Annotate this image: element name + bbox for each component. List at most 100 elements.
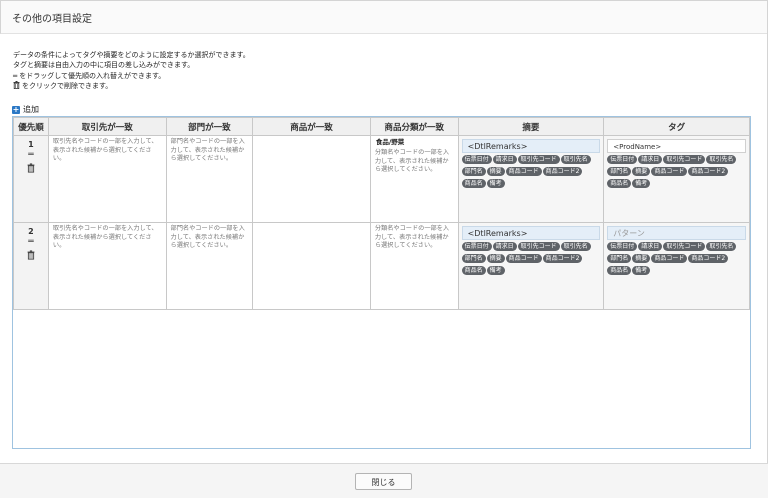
client-input[interactable]: 取引先名やコードの一部を入力して、表示された候補から選択してください。 [47, 135, 167, 223]
chip-billing-date[interactable]: 請求日 [638, 242, 663, 251]
close-button[interactable]: 閉じる [355, 473, 412, 490]
chip-remarks[interactable]: 摘要 [486, 167, 505, 176]
col-tag: タグ [603, 117, 750, 136]
chip-client-code[interactable]: 取引先コード [663, 155, 706, 164]
chip-product-code-2[interactable]: 商品コード2 [688, 254, 729, 263]
chip-department-name[interactable]: 部門名 [607, 167, 632, 176]
chip-billing-date[interactable]: 請求日 [492, 242, 517, 251]
chip-product-code-2[interactable]: 商品コード2 [688, 167, 729, 176]
chip-billing-date[interactable]: 請求日 [638, 155, 663, 164]
col-remarks: 摘要 [457, 117, 605, 136]
chip-product-code[interactable]: 商品コード [651, 167, 688, 176]
description-line-2: タグと摘要は自由入力の中に項目の差し込みができます。 [13, 61, 195, 70]
dialog-title: その他の項目設定 [12, 14, 92, 25]
rules-table: 優先順 取引先が一致 部門が一致 商品が一致 商品分類が一致 摘要 タグ 1 ═ [13, 117, 750, 310]
table-row: 1 ═ 取引先名やコードの一部を入力して、表示された候補から選択してください。 … [13, 135, 750, 223]
department-input[interactable]: 部門名やコードの一部を入力して、表示された候補から選択してください。 [165, 222, 254, 310]
dialog-footer: 閉じる [0, 463, 768, 498]
chip-product-name[interactable]: 商品名 [461, 266, 486, 275]
description: データの条件によってタグや摘要をどのように設定するか選択ができます。 タグと摘要… [13, 50, 250, 92]
priority-number: 2 [28, 227, 34, 236]
chip-client-code[interactable]: 取引先コード [517, 155, 560, 164]
remarks-template-input[interactable]: <DtlRemarks> [461, 226, 601, 240]
chip-product-code[interactable]: 商品コード [505, 167, 542, 176]
chip-client-name[interactable]: 取引先名 [560, 155, 591, 164]
chip-department-name[interactable]: 部門名 [461, 167, 486, 176]
chip-department-name[interactable]: 部門名 [607, 254, 632, 263]
col-department: 部門が一致 [165, 117, 254, 136]
description-line-3: ═ をドラッグして優先順の入れ替えができます。 [13, 71, 250, 81]
chip-client-name[interactable]: 取引先名 [560, 242, 591, 251]
add-rule-button[interactable]: + 追加 [12, 104, 39, 115]
chip-client-name[interactable]: 取引先名 [706, 155, 737, 164]
client-input[interactable]: 取引先名やコードの一部を入力して、表示された候補から選択してください。 [47, 222, 167, 310]
remarks-cell: <DtlRemarks> 伝票日付 請求日 取引先コード 取引先名部門名 摘要 商品コード… [457, 222, 605, 310]
department-input[interactable]: 部門名やコードの一部を入力して、表示された候補から選択してください。 [165, 135, 254, 223]
chip-slip-date[interactable]: 伝票日付 [461, 242, 492, 251]
chip-product-name[interactable]: 商品名 [461, 179, 486, 188]
priority-cell: 1 ═ [13, 135, 49, 223]
chip-product-code[interactable]: 商品コード [651, 254, 688, 263]
chip-slip-date[interactable]: 伝票日付 [607, 242, 638, 251]
chip-department-name[interactable]: 部門名 [461, 254, 486, 263]
chip-client-code[interactable]: 取引先コード [663, 242, 706, 251]
chip-remarks[interactable]: 摘要 [486, 254, 505, 263]
header-row: 優先順 取引先が一致 部門が一致 商品が一致 商品分類が一致 摘要 タグ [13, 117, 750, 136]
category-input[interactable]: 分類名やコードの一部を入力して、表示された候補から選択してください。 [369, 222, 459, 310]
department-placeholder: 部門名やコードの一部を入力して、表示された候補から選択してください。 [170, 225, 245, 250]
rules-grid: 優先順 取引先が一致 部門が一致 商品が一致 商品分類が一致 摘要 タグ 1 ═ [12, 116, 751, 449]
category-placeholder: 分類名やコードの一部を入力して、表示された候補から選択してください。 [374, 149, 450, 174]
drag-handle-icon[interactable]: ═ [14, 151, 48, 160]
chip-notes[interactable]: 備考 [632, 179, 651, 188]
chip-slip-date[interactable]: 伝票日付 [461, 155, 492, 164]
category-input[interactable]: 食品/野菜 分類名やコードの一部を入力して、表示された候補から選択してください。 [369, 135, 459, 223]
chip-remarks[interactable]: 摘要 [632, 167, 651, 176]
product-input[interactable] [252, 222, 371, 310]
chip-notes[interactable]: 備考 [632, 266, 651, 275]
plus-square-icon: + [12, 104, 20, 114]
tag-cell: パターン 伝票日付 請求日 取引先コード 取引先名部門名 摘要 商品コード 商品コード2 商品… [603, 222, 750, 310]
chip-billing-date[interactable]: 請求日 [492, 155, 517, 164]
trash-icon [13, 81, 20, 90]
priority-cell: 2 ═ [13, 222, 49, 310]
description-line-1: データの条件によってタグや摘要をどのように設定するか選択ができます。 [13, 51, 250, 59]
department-placeholder: 部門名やコードの一部を入力して、表示された候補から選択してください。 [170, 138, 245, 163]
chip-product-code-2[interactable]: 商品コード2 [542, 167, 583, 176]
tag-template-input[interactable]: <ProdName> [607, 139, 746, 153]
client-placeholder: 取引先名やコードの一部を入力して、表示された候補から選択してください。 [52, 138, 158, 163]
col-client: 取引先が一致 [47, 117, 167, 136]
description-line-4-text: をクリックで削除できます。 [22, 82, 113, 91]
description-line-3-text: をドラッグして優先順の入れ替えができます。 [19, 71, 166, 80]
add-rule-label: 追加 [23, 105, 39, 114]
chip-client-code[interactable]: 取引先コード [517, 242, 560, 251]
drag-handle-icon[interactable]: ═ [14, 238, 48, 247]
remarks-template-input[interactable]: <DtlRemarks> [461, 139, 601, 153]
category-placeholder: 分類名やコードの一部を入力して、表示された候補から選択してください。 [374, 225, 450, 250]
chip-product-name[interactable]: 商品名 [607, 179, 632, 188]
tag-template-input[interactable]: パターン [607, 226, 746, 240]
chip-notes[interactable]: 備考 [486, 179, 505, 188]
dialog-header: その他の項目設定 [0, 0, 768, 34]
chip-slip-date[interactable]: 伝票日付 [607, 155, 638, 164]
chip-product-code[interactable]: 商品コード [505, 254, 542, 263]
chip-remarks[interactable]: 摘要 [632, 254, 651, 263]
tag-chips: 伝票日付 請求日 取引先コード 取引先名部門名 摘要 商品コード 商品コード2 商品名 備考 [604, 240, 749, 278]
priority-number: 1 [28, 140, 34, 149]
chip-notes[interactable]: 備考 [486, 266, 505, 275]
col-category: 商品分類が一致 [369, 117, 459, 136]
remarks-chips: 伝票日付 請求日 取引先コード 取引先名部門名 摘要 商品コード 商品コード2 商品名 備考 [459, 240, 604, 278]
client-placeholder: 取引先名やコードの一部を入力して、表示された候補から選択してください。 [52, 225, 158, 250]
col-priority: 優先順 [13, 117, 49, 136]
trash-icon[interactable] [27, 250, 35, 260]
tag-cell: <ProdName> 伝票日付 請求日 取引先コード 取引先名部門名 摘要 商品コード 商品… [603, 135, 750, 223]
col-product: 商品が一致 [252, 117, 371, 136]
remarks-chips: 伝票日付 請求日 取引先コード 取引先名部門名 摘要 商品コード 商品コード2 商品名 備考 [459, 153, 604, 191]
chip-product-code-2[interactable]: 商品コード2 [542, 254, 583, 263]
drag-handle-icon: ═ [13, 71, 18, 80]
tag-chips: 伝票日付 請求日 取引先コード 取引先名部門名 摘要 商品コード 商品コード2 商品名 備考 [604, 153, 749, 191]
product-input[interactable] [252, 135, 371, 223]
description-line-4: をクリックで削除できます。 [13, 81, 250, 91]
chip-client-name[interactable]: 取引先名 [706, 242, 737, 251]
chip-product-name[interactable]: 商品名 [607, 266, 632, 275]
trash-icon[interactable] [27, 163, 35, 173]
